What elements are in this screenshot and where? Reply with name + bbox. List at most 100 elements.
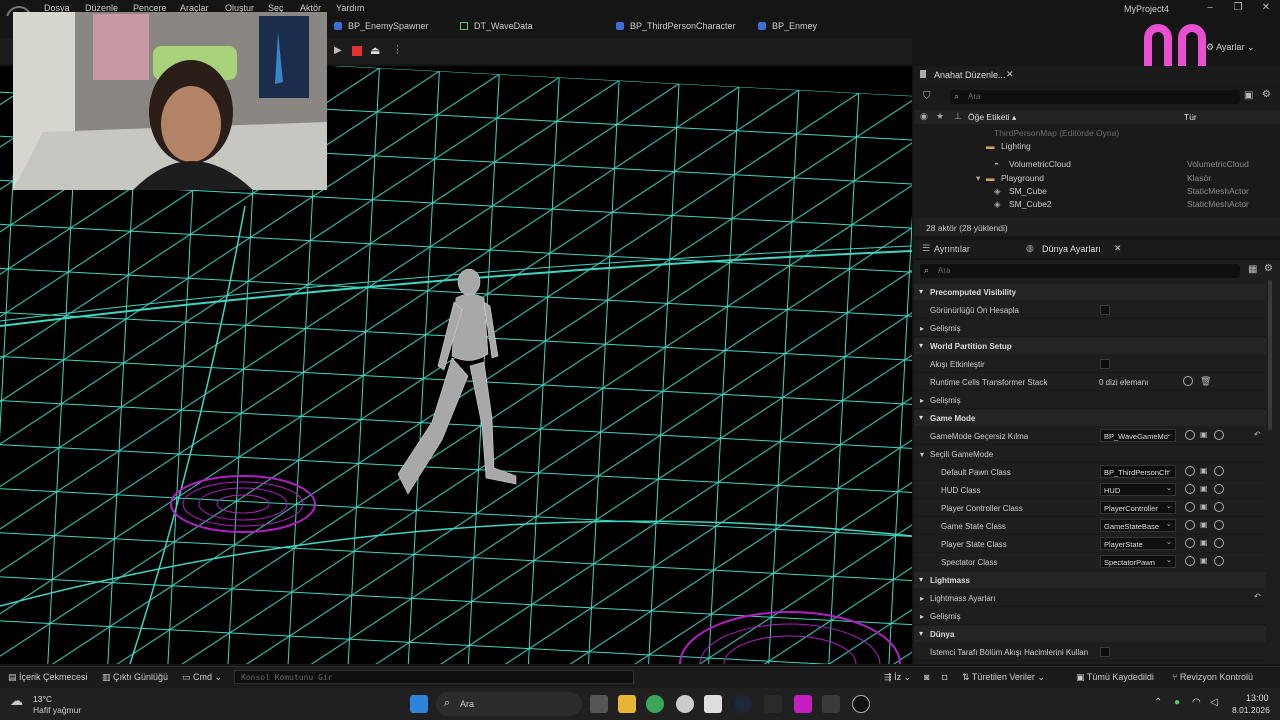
close-icon[interactable]: ✕ (1114, 243, 1122, 254)
play-icon[interactable]: ▶ (334, 45, 342, 56)
section-world-partition[interactable]: World Partition Setup ▾ (914, 338, 1266, 354)
grid-view-icon[interactable]: ▦ (1248, 264, 1257, 275)
add-icon[interactable] (1214, 520, 1224, 530)
section-game-mode[interactable]: Game Mode ▾ (914, 410, 1266, 426)
camera-icon[interactable]: ◘ (942, 672, 947, 682)
tab-third-person[interactable]: BP_ThirdPersonCharacter (616, 21, 736, 31)
folder-icon[interactable]: ▣ (1200, 484, 1208, 493)
derived-data-button[interactable]: ⇅ Türetilen Veriler ⌄ (962, 672, 1045, 683)
browse-icon[interactable] (1185, 538, 1195, 548)
folder-icon[interactable]: ▣ (1200, 538, 1208, 547)
outliner-row[interactable]: ◈ SM_Cube StaticMeshActor (914, 185, 1280, 198)
class-dropdown[interactable]: BP_ThirdPersonCh (1100, 465, 1176, 478)
section-lightmass[interactable]: Lightmass ▾ (914, 572, 1266, 588)
property-row[interactable]: ▾ Seçili GameMode (914, 445, 1266, 463)
browse-icon[interactable] (1185, 466, 1195, 476)
chevron-up-icon[interactable]: ⌃ (1154, 697, 1162, 708)
tab-world-settings[interactable]: Dünya Ayarları (1042, 244, 1101, 254)
taskbar-search[interactable]: ⌕ Ara (436, 692, 582, 716)
browse-icon[interactable] (1185, 430, 1195, 440)
add-icon[interactable] (1214, 484, 1224, 494)
eye-icon[interactable]: ◉ (920, 111, 928, 122)
close-icon[interactable]: ✕ (1259, 2, 1273, 14)
browse-icon[interactable] (1185, 484, 1195, 494)
more-icon[interactable]: ⋮ (392, 43, 403, 56)
section-precomputed-visibility[interactable]: Precomputed Visibility ▾ (914, 284, 1266, 300)
section-world[interactable]: Dünya ▾ (914, 626, 1266, 642)
outliner-row[interactable]: ◓ VolumetricCloud VolumetricCloud (914, 158, 1280, 171)
tab-details[interactable]: Ayrıntılar (934, 244, 970, 254)
unreal-taskbar-icon[interactable] (852, 695, 870, 713)
clock-date[interactable]: 8.01.2026 (1232, 705, 1270, 715)
store-icon[interactable] (704, 695, 722, 713)
chrome-icon[interactable] (646, 695, 664, 713)
outliner-row[interactable]: ◈ SM_Cube2 StaticMeshActor (914, 198, 1280, 211)
content-drawer-button[interactable]: ▤ İçerik Çekmecesi (8, 672, 88, 683)
add-icon[interactable] (1214, 502, 1224, 512)
folder-icon[interactable]: ▣ (1200, 466, 1208, 475)
advanced-row[interactable]: ▸ Gelişmiş (914, 319, 1266, 337)
app-icon[interactable] (822, 695, 840, 713)
add-element-icon[interactable] (1183, 376, 1193, 386)
add-icon[interactable] (1214, 538, 1224, 548)
folder-icon[interactable]: ▣ (1244, 90, 1253, 101)
tab-wave-data[interactable]: DT_WaveData (460, 21, 533, 31)
gear-icon[interactable]: ⚙ (1262, 89, 1271, 100)
type-column-header[interactable]: Tür (1184, 112, 1197, 122)
filter-icon[interactable]: ⛉ (923, 91, 931, 102)
browse-icon[interactable] (1185, 520, 1195, 530)
epic-games-icon[interactable] (764, 695, 782, 713)
tab-enemy-spawner[interactable]: BP_EnemySpawner (334, 21, 429, 31)
tab-enemy[interactable]: BP_Enmey (758, 21, 817, 31)
star-icon[interactable]: ★ (936, 111, 944, 122)
outliner-search-input[interactable]: ⌕ Ara (950, 90, 1240, 104)
weather-icon[interactable]: ☁ (10, 693, 23, 709)
advanced-row[interactable]: ▸ Gelişmiş (914, 607, 1266, 625)
console-input[interactable]: Konsol Komutunu Gir (234, 670, 634, 684)
minimize-icon[interactable]: – (1203, 2, 1217, 14)
maximize-icon[interactable]: ❐ (1231, 2, 1245, 14)
chevron-down-icon[interactable]: ▾ (976, 173, 980, 184)
volume-icon[interactable]: ◁ (1210, 697, 1218, 708)
class-dropdown[interactable]: GameStateBase (1100, 519, 1176, 532)
browse-icon[interactable] (1185, 502, 1195, 512)
eject-icon[interactable]: ⏏ (370, 44, 380, 57)
mic-icon[interactable]: ● (1174, 697, 1180, 708)
class-dropdown[interactable]: PlayerState (1100, 537, 1176, 550)
pin-icon[interactable]: ⊥ (954, 111, 962, 122)
windows-start-icon[interactable] (410, 695, 428, 713)
folder-icon[interactable]: ▣ (1200, 502, 1208, 511)
folder-icon[interactable]: ▣ (1200, 520, 1208, 529)
output-log-button[interactable]: ▥ Çıktı Günlüğü (102, 672, 168, 683)
github-icon[interactable] (676, 695, 694, 713)
advanced-row[interactable]: ▸ Gelişmiş (914, 391, 1266, 409)
record-icon[interactable]: ◙ (924, 672, 929, 682)
revision-control-button[interactable]: ⑂ Revizyon Kontrolü (1172, 672, 1253, 682)
class-dropdown[interactable]: SpectatorPawn (1100, 555, 1176, 568)
precompute-checkbox[interactable] (1100, 305, 1110, 315)
outliner-row[interactable]: ThirdPersonMap (Editörde Oyna) (914, 127, 1280, 140)
folder-icon[interactable]: ▣ (1200, 556, 1208, 565)
file-explorer-icon[interactable] (618, 695, 636, 713)
close-icon[interactable]: ✕ (1006, 69, 1014, 80)
class-dropdown[interactable]: HUD (1100, 483, 1176, 496)
add-icon[interactable] (1214, 430, 1224, 440)
outliner-tab-title[interactable]: Anahat Düzenle... (934, 70, 1006, 80)
label-column-header[interactable]: Öğe Etiketi ▴ (968, 112, 1016, 123)
browse-icon[interactable] (1185, 556, 1195, 566)
save-all-button[interactable]: ▣ Tümü Kaydedildi (1076, 672, 1154, 683)
folder-icon[interactable]: ▣ (1200, 430, 1208, 439)
add-icon[interactable] (1214, 466, 1224, 476)
client-side-checkbox[interactable] (1100, 647, 1110, 657)
gear-icon[interactable]: ⚙ (1264, 263, 1273, 274)
add-icon[interactable] (1214, 556, 1224, 566)
app-icon[interactable] (794, 695, 812, 713)
steam-icon[interactable] (734, 695, 752, 713)
streaming-checkbox[interactable] (1100, 359, 1110, 369)
outliner-row[interactable]: ▬ Lighting (914, 140, 1280, 153)
trace-dropdown[interactable]: ⇶ İz ⌄ (884, 672, 911, 683)
gamemode-dropdown[interactable]: BP_WaveGameMo (1100, 429, 1176, 442)
details-search-input[interactable]: ⌕ Ara (920, 264, 1240, 278)
details-scrollbar[interactable] (1268, 280, 1272, 430)
stop-icon[interactable] (352, 46, 362, 56)
